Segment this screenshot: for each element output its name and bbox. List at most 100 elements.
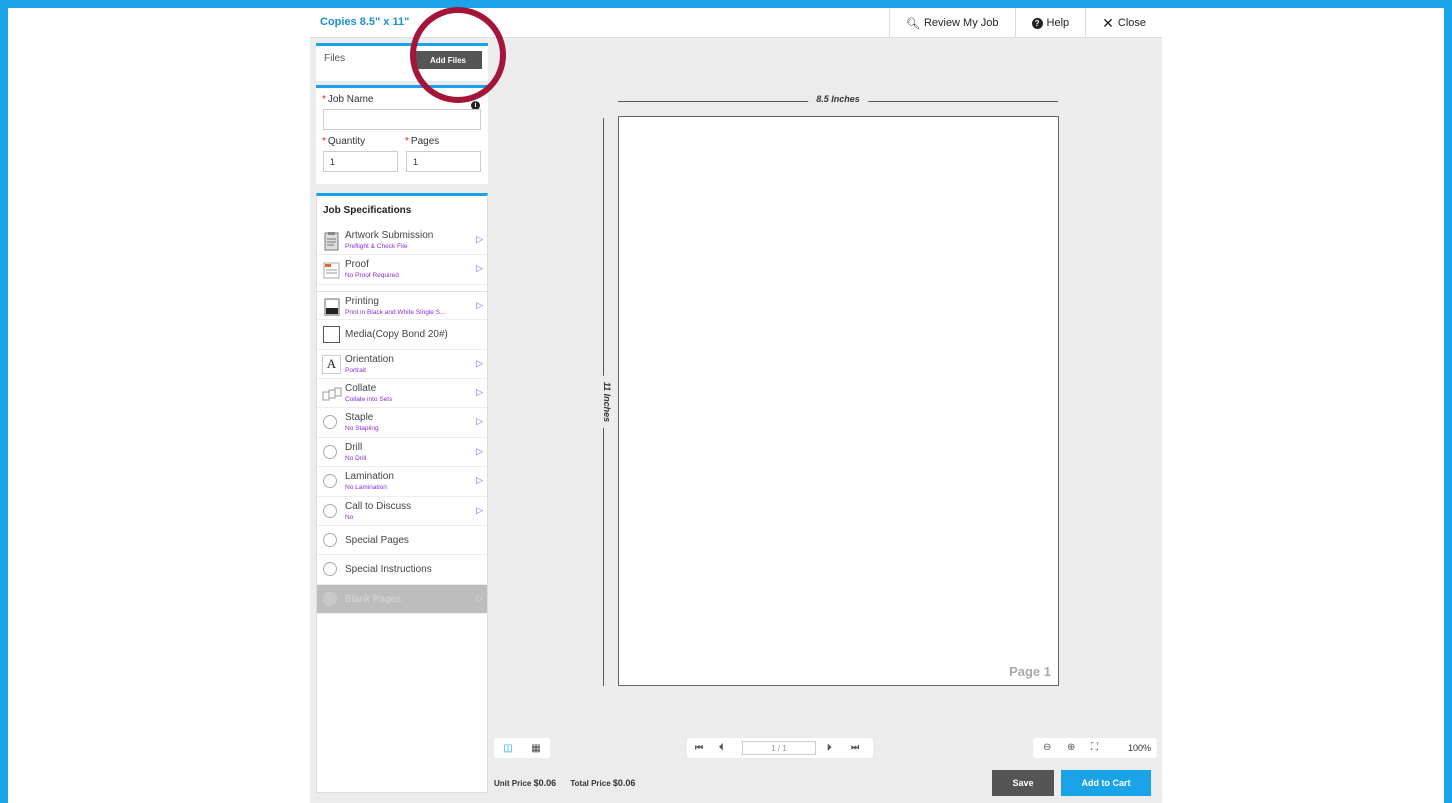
spec-item-label: Call to Discuss [345, 500, 412, 512]
height-dimension-label: 11 Inches [602, 375, 613, 429]
review-my-job-button[interactable]: 🔍︎ Review My Job [888, 8, 1015, 38]
spec-list: Artwork Submission Preflight & Check Fil… [317, 226, 487, 615]
proof-document-icon [323, 262, 340, 279]
chevron-right-icon: ▷ [476, 263, 483, 274]
spec-item-special-instructions[interactable]: Special Instructions [317, 555, 487, 585]
spec-item-label: Artwork Submission [345, 230, 434, 241]
radio-icon [323, 532, 337, 547]
printing-icon [324, 298, 340, 316]
total-price-label: Total Price [570, 779, 611, 788]
page-number-input[interactable] [742, 741, 816, 755]
clipboard-icon [324, 232, 339, 251]
spec-item-label: Special Pages [345, 534, 409, 546]
spec-item-value: Print in Black and White Single S... [345, 308, 446, 316]
first-page-icon[interactable]: ⏮︎ [695, 742, 703, 753]
radio-icon [323, 474, 337, 489]
radio-icon [323, 562, 337, 577]
width-dimension-label: 8.5 Inches [808, 94, 868, 104]
top-actions: 🔍︎ Review My Job ? Help ✕ Close [888, 8, 1162, 38]
quantity-label: * Quantity [322, 136, 366, 147]
required-marker: * [322, 94, 326, 105]
chevron-right-icon: ▷ [476, 234, 483, 244]
last-page-icon[interactable]: ⏭︎ [851, 742, 859, 753]
spec-item-value: No Stapling [345, 425, 379, 433]
radio-icon [323, 591, 337, 606]
orientation-letter-icon: A [322, 354, 341, 374]
spec-item-special-pages[interactable]: Special Pages [317, 525, 487, 556]
zoom-controls: ⊖ ⊕ ⛶ 100% [1033, 738, 1157, 758]
zoom-out-icon[interactable]: ⊖ [1043, 742, 1051, 753]
page-navigator: ⏮︎ ⏴︎ ⏵︎ ⏭︎ [687, 738, 873, 758]
media-square-icon [323, 326, 340, 344]
spec-item-media[interactable]: Media(Copy Bond 20#) [317, 320, 487, 350]
collate-icon [322, 387, 342, 401]
spec-item-label: Staple [345, 412, 374, 424]
spec-item-value: No Drill [345, 454, 367, 462]
page-title: Copies 8.5" x 11" [320, 16, 410, 28]
unit-price-value: $0.06 [533, 778, 557, 788]
spec-item-drill[interactable]: Drill No Drill ▷ [317, 437, 487, 468]
help-label: Help [1046, 17, 1070, 29]
spec-item-value: No Proof Required [345, 272, 399, 280]
spec-item-label: Proof [345, 259, 369, 271]
page-preview: Page 1 [618, 116, 1059, 686]
chevron-right-icon: ▷ [476, 416, 483, 427]
files-panel: Files Add Files [316, 43, 488, 81]
pages-label: * Pages [405, 136, 440, 147]
next-page-icon[interactable]: ⏵︎ [827, 742, 832, 753]
required-marker: * [405, 136, 409, 147]
previous-page-icon[interactable]: ⏴︎ [719, 742, 724, 753]
files-label: Files [324, 53, 346, 64]
spec-item-collate[interactable]: Collate Collate into Sets ▷ [317, 378, 487, 409]
spec-item-value: Preflight & Check File [345, 243, 408, 250]
spec-item-label: Collate [345, 382, 377, 394]
unit-price-label: Unit Price [494, 779, 532, 788]
chevron-right-icon: ▷ [476, 445, 483, 456]
spec-item-proof[interactable]: Proof No Proof Required ▷ [317, 255, 487, 285]
print-job-editor: Copies 8.5" x 11" 🔍︎ Review My Job ? Hel… [310, 8, 1162, 803]
required-marker: * [322, 136, 326, 147]
height-dimension: 11 Inches [602, 118, 613, 686]
add-files-button[interactable]: Add Files [414, 51, 482, 69]
chevron-right-icon: ▷ [476, 592, 483, 603]
quantity-input[interactable] [323, 151, 398, 172]
spec-item-artwork-submission[interactable]: Artwork Submission Preflight & Check Fil… [317, 226, 487, 256]
save-button[interactable]: Save [992, 770, 1054, 796]
add-to-cart-button[interactable]: Add to Cart [1061, 770, 1151, 796]
chevron-right-icon: ▷ [476, 475, 483, 486]
pages-input[interactable] [406, 151, 481, 172]
radio-icon [323, 503, 337, 518]
spec-item-label: Drill [345, 441, 363, 453]
top-bar: Copies 8.5" x 11" 🔍︎ Review My Job ? Hel… [310, 8, 1162, 38]
job-specifications-panel: Job Specifications Artwork Submission Pr… [316, 193, 488, 793]
close-icon: ✕ [1102, 14, 1114, 31]
job-name-input[interactable] [323, 109, 481, 130]
chevron-right-icon: ▷ [476, 504, 483, 515]
spec-item-staple[interactable]: Staple No Stapling ▷ [317, 408, 487, 438]
spec-item-label: Special Instructions [345, 564, 432, 576]
radio-icon [323, 415, 337, 430]
radio-icon [323, 444, 337, 459]
spec-item-value: Portrait [345, 366, 366, 374]
single-page-view-icon[interactable]: ◫ [503, 743, 512, 754]
spec-item-value: Collate into Sets [345, 395, 393, 403]
spec-item-blank-pages: Blank Pages ▷ [317, 584, 487, 615]
spec-item-label: Orientation [345, 353, 394, 365]
zoom-in-icon[interactable]: ⊕ [1067, 742, 1075, 753]
close-button[interactable]: ✕ Close [1085, 8, 1162, 38]
width-dimension: 8.5 Inches [618, 94, 1058, 104]
help-button[interactable]: ? Help [1014, 8, 1086, 38]
total-price-value: $0.06 [612, 778, 636, 788]
spec-item-printing[interactable]: Printing Print in Black and White Single… [317, 290, 487, 321]
price-summary: Unit Price $0.06 Total Price $0.06 [494, 778, 647, 788]
close-label: Close [1117, 17, 1146, 29]
spec-item-call-to-discuss[interactable]: Call to Discuss No ▷ [317, 496, 487, 526]
review-my-job-label: Review My Job [923, 17, 999, 29]
search-icon: 🔍︎ [905, 17, 920, 30]
view-toggle: ◫ ▦ [494, 738, 550, 758]
grid-view-icon[interactable]: ▦ [531, 743, 540, 754]
spec-item-lamination[interactable]: Lamination No Lamination ▷ [317, 467, 487, 497]
fit-to-screen-icon[interactable]: ⛶ [1091, 742, 1098, 753]
spec-item-orientation[interactable]: A Orientation Portrait ▷ [317, 349, 487, 379]
chevron-right-icon: ▷ [476, 299, 483, 310]
